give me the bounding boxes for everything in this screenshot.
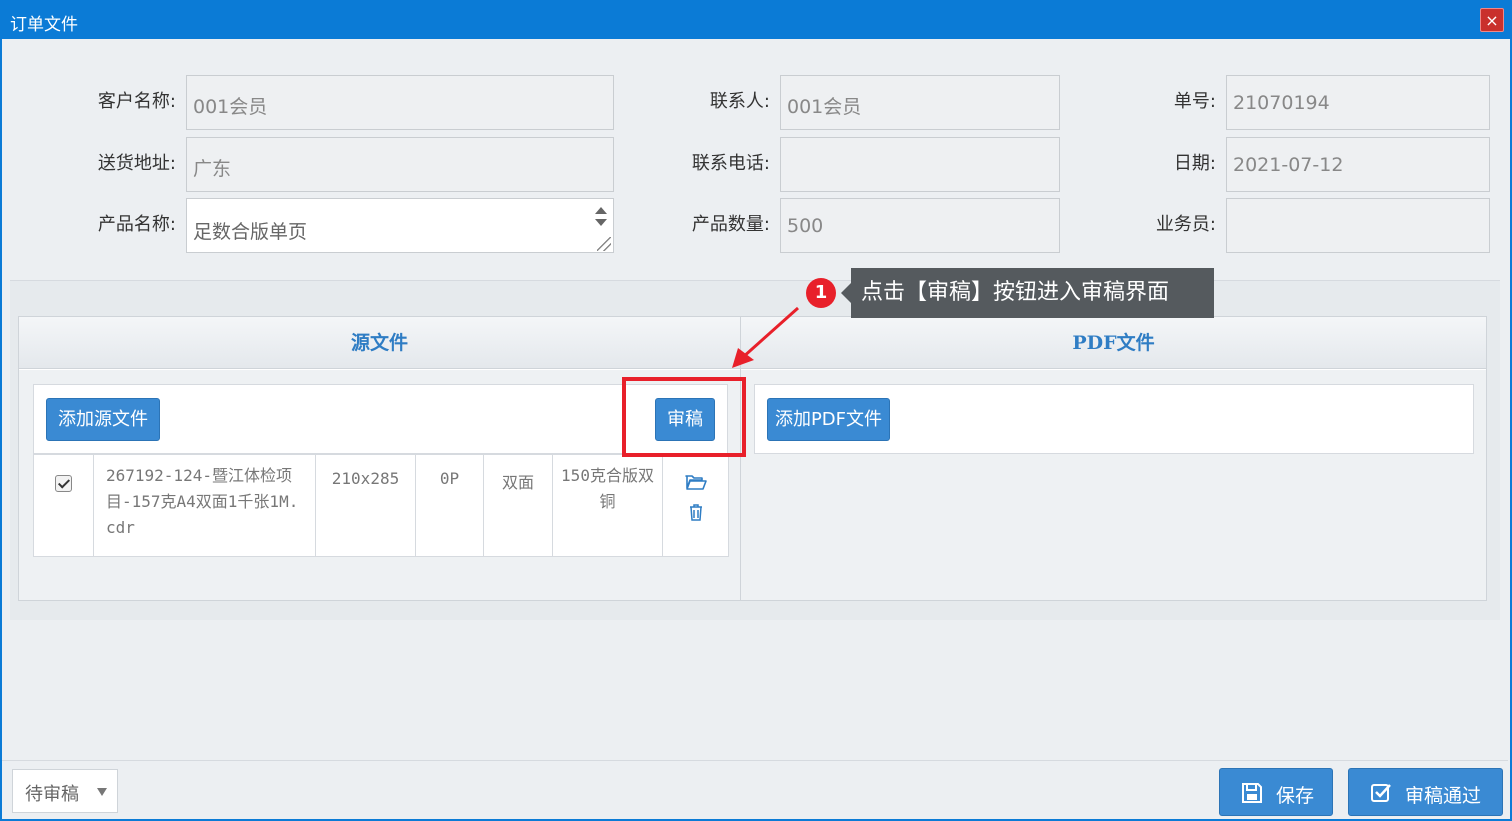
resize-grip-icon[interactable] bbox=[597, 237, 611, 251]
product-name-value: 足数合版单页 bbox=[193, 221, 308, 243]
contact-field[interactable]: 001会员 bbox=[780, 75, 1060, 130]
add-pdf-file-button[interactable]: 添加PDF文件 bbox=[767, 398, 890, 441]
scroll-up-icon[interactable] bbox=[595, 207, 607, 214]
approve-review-label: 审稿通过 bbox=[1405, 785, 1482, 807]
customer-name-field[interactable]: 001会员 bbox=[186, 75, 614, 130]
annotation-arrow-icon bbox=[732, 306, 799, 368]
open-folder-icon[interactable] bbox=[663, 473, 728, 495]
product-name-field[interactable]: 足数合版单页 bbox=[186, 198, 614, 253]
status-dropdown[interactable]: 待审稿 bbox=[12, 769, 118, 813]
status-value: 待审稿 bbox=[25, 784, 79, 805]
order-number-label: 单号: bbox=[1173, 91, 1216, 112]
file-pages-cell: 0P bbox=[415, 454, 484, 557]
annotation-tooltip: 点击【审稿】按钮进入审稿界面 bbox=[841, 268, 1214, 318]
delete-icon[interactable] bbox=[663, 503, 728, 525]
approve-review-button[interactable]: 审稿通过 bbox=[1348, 768, 1503, 816]
contact-label: 联系人: bbox=[709, 91, 770, 112]
pdf-files-header: PDF文件 bbox=[741, 317, 1486, 369]
review-button-highlight bbox=[622, 377, 746, 457]
add-source-file-button[interactable]: 添加源文件 bbox=[46, 398, 160, 441]
step-number-badge: 1 bbox=[806, 278, 836, 308]
save-icon bbox=[1242, 783, 1262, 803]
phone-field[interactable] bbox=[780, 137, 1060, 192]
file-name-cell: 267192-124-暨江体检项目-157克A4双面1千张1M.cdr bbox=[93, 454, 316, 557]
close-button[interactable]: × bbox=[1480, 8, 1504, 32]
dialog-title: 订单文件 bbox=[10, 15, 78, 35]
date-field[interactable]: 2021-07-12 bbox=[1226, 137, 1490, 192]
textarea-scroll-control[interactable] bbox=[589, 201, 611, 251]
quantity-field[interactable]: 500 bbox=[780, 198, 1060, 253]
phone-label: 联系电话: bbox=[691, 153, 770, 174]
file-sides-cell: 双面 bbox=[483, 454, 553, 557]
title-bar[interactable]: 订单文件 × bbox=[2, 2, 1510, 39]
source-files-header: 源文件 bbox=[19, 317, 740, 369]
file-paper-cell: 150克合版双铜 bbox=[552, 454, 663, 557]
chevron-down-icon bbox=[97, 788, 107, 796]
date-label: 日期: bbox=[1173, 153, 1216, 174]
product-name-label: 产品名称: bbox=[97, 214, 176, 235]
salesman-label: 业务员: bbox=[1155, 214, 1216, 235]
row-checkbox-cell bbox=[33, 454, 94, 557]
address-field[interactable]: 广东 bbox=[186, 137, 614, 192]
scroll-down-icon[interactable] bbox=[595, 219, 607, 226]
save-button[interactable]: 保存 bbox=[1219, 768, 1333, 816]
table-row: 267192-124-暨江体检项目-157克A4双面1千张1M.cdr 210x… bbox=[33, 454, 729, 557]
quantity-label: 产品数量: bbox=[691, 214, 770, 235]
save-label: 保存 bbox=[1276, 785, 1315, 807]
address-label: 送货地址: bbox=[97, 153, 176, 174]
row-checkbox[interactable] bbox=[55, 475, 72, 492]
check-square-icon bbox=[1371, 784, 1391, 802]
file-size-cell: 210x285 bbox=[315, 454, 416, 557]
order-number-field[interactable]: 21070194 bbox=[1226, 75, 1490, 130]
customer-name-label: 客户名称: bbox=[97, 91, 176, 112]
salesman-field[interactable] bbox=[1226, 198, 1490, 253]
file-name-link[interactable]: 267192-124-暨江体检项目-157克A4双面1千张1M.cdr bbox=[106, 463, 306, 541]
source-files-table: 267192-124-暨江体检项目-157克A4双面1千张1M.cdr 210x… bbox=[33, 454, 729, 557]
file-actions-cell bbox=[662, 454, 729, 557]
